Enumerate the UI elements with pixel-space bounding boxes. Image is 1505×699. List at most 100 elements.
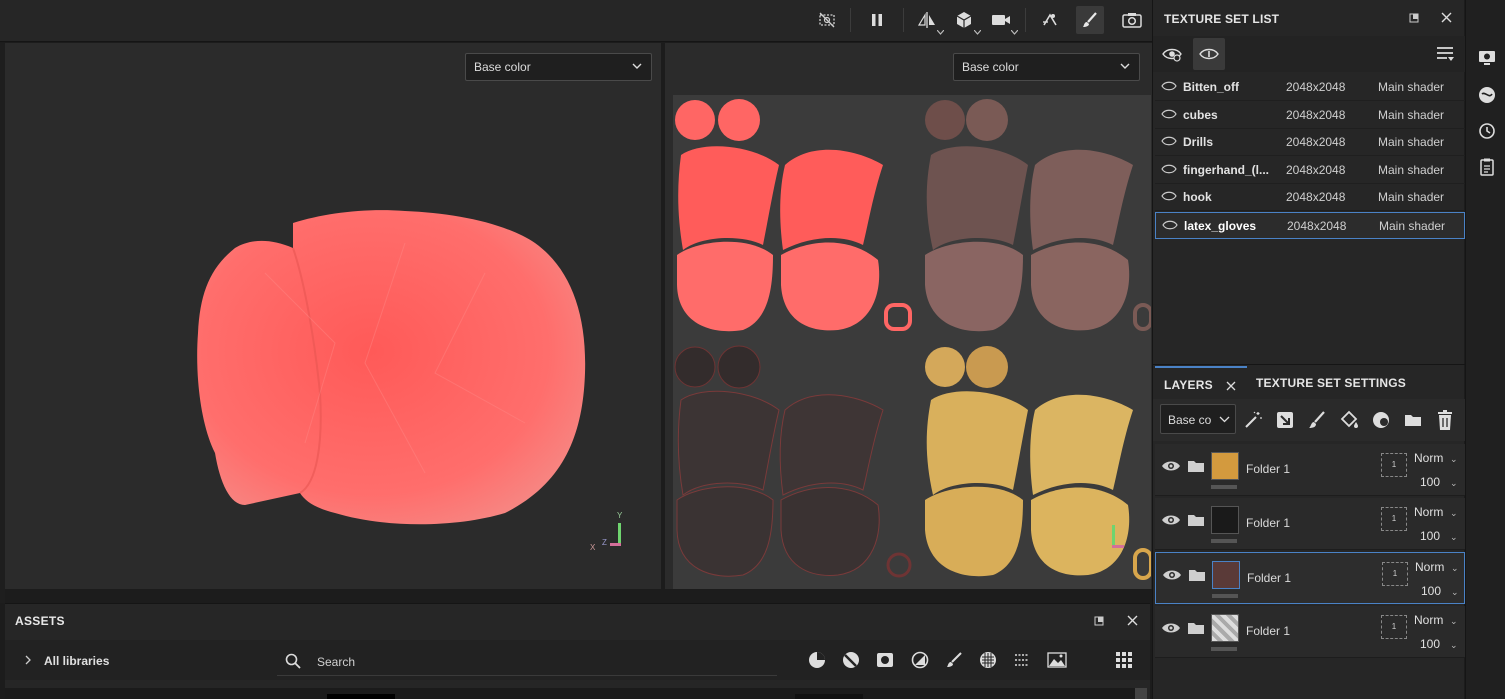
channel-select-2d[interactable]: Base color (953, 53, 1140, 81)
log-icon[interactable] (1476, 156, 1498, 178)
fill-layer-icon[interactable] (1339, 410, 1359, 430)
eye-solo-icon (1199, 48, 1219, 60)
texture-set-row[interactable]: Drills 2048x2048 Main shader (1155, 129, 1465, 156)
chevron-down-icon[interactable] (974, 30, 981, 35)
texture-set-list: Bitten_off 2048x2048 Main shader cubes 2… (1153, 74, 1465, 242)
texture-set-row[interactable]: hook 2048x2048 Main shader (1155, 184, 1465, 211)
grid-view-icon[interactable] (1115, 651, 1133, 669)
float-panel-icon[interactable] (1094, 616, 1104, 626)
blend-mode-select[interactable]: Norm (1414, 613, 1443, 627)
folder-icon[interactable] (1403, 410, 1423, 430)
bake-icon[interactable] (1036, 6, 1064, 34)
filter-filter-icon[interactable] (911, 651, 929, 669)
solo-toggle[interactable] (1193, 38, 1225, 70)
mask-placeholder[interactable]: 1 (1381, 453, 1407, 477)
assets-panel: ASSETS All libraries Search (5, 603, 1150, 699)
layers-toolbar: Base co (1153, 399, 1465, 441)
eye-icon[interactable] (1162, 568, 1182, 582)
uv-texture-sheet (673, 95, 1153, 589)
opacity-field[interactable]: 100 (1421, 584, 1441, 598)
folder-icon (1189, 570, 1205, 581)
eye-icon[interactable] (1161, 108, 1177, 120)
layer-thumbnail (1211, 614, 1239, 642)
viewport-2d[interactable]: Base color (665, 43, 1153, 589)
smart-material-icon[interactable] (1275, 410, 1295, 430)
opacity-field[interactable]: 100 (1420, 637, 1440, 651)
uv-island-gold (925, 346, 1153, 580)
material-filter-icon[interactable] (808, 651, 826, 669)
channel-select-label: Base color (962, 60, 1019, 74)
brush-filter-icon[interactable] (945, 651, 963, 669)
mask-placeholder[interactable]: 1 (1381, 507, 1407, 531)
channel-select-layers[interactable]: Base co (1160, 404, 1236, 434)
eye-icon[interactable] (1162, 219, 1178, 231)
opacity-field[interactable]: 100 (1420, 475, 1440, 489)
layer-thumbnail (1212, 561, 1240, 589)
magic-wand-icon[interactable] (1243, 410, 1263, 430)
right-panel: TEXTURE SET LIST Bitten_off 2048x2048 Ma… (1152, 0, 1465, 699)
library-selector[interactable]: All libraries (44, 654, 109, 668)
uv-island-red (675, 99, 912, 332)
environment-filter-icon[interactable] (1047, 651, 1067, 669)
texture-set-row[interactable]: fingerhand_(l... 2048x2048 Main shader (1155, 157, 1465, 184)
viewport-3d[interactable]: Base color Y X Z (5, 43, 661, 589)
brush-icon[interactable] (1076, 6, 1104, 34)
eye-icon[interactable] (1161, 513, 1181, 527)
blend-mode-select[interactable]: Norm (1414, 505, 1443, 519)
chevron-down-icon (1219, 416, 1230, 423)
eye-icon[interactable] (1161, 163, 1177, 175)
side-dock (1465, 0, 1505, 699)
chevron-down-icon[interactable] (1011, 30, 1018, 35)
blend-mode-select[interactable]: Norm (1414, 451, 1443, 465)
paint-layer-icon[interactable] (1307, 410, 1327, 430)
blend-mode-select[interactable]: Norm (1415, 560, 1444, 574)
eye-icon[interactable] (1161, 621, 1181, 635)
chevron-down-icon[interactable] (937, 30, 944, 35)
close-icon[interactable] (1127, 615, 1138, 626)
display-settings-icon[interactable] (1476, 46, 1498, 68)
texture-set-toolbar (1153, 36, 1465, 72)
opacity-field[interactable]: 100 (1420, 529, 1440, 543)
texture-set-row[interactable]: Bitten_off 2048x2048 Main shader (1155, 74, 1465, 101)
eye-icon[interactable] (1161, 80, 1177, 92)
close-icon[interactable] (1226, 381, 1236, 391)
texture-set-row-selected[interactable]: latex_gloves 2048x2048 Main shader (1155, 212, 1465, 239)
texture-filter-icon[interactable] (979, 651, 997, 669)
visibility-settings-icon[interactable] (1162, 45, 1182, 63)
layer-row[interactable]: Folder 1 1 Norm ⌄ 100 ⌄ (1155, 606, 1465, 658)
folder-icon (1188, 515, 1204, 526)
close-icon[interactable] (1441, 12, 1452, 23)
chevron-right-icon[interactable] (24, 655, 32, 665)
eye-icon[interactable] (1161, 459, 1181, 473)
chevron-down-icon (1120, 63, 1130, 69)
mask-placeholder[interactable]: 1 (1381, 615, 1407, 639)
layer-row[interactable]: Folder 1 1 Norm ⌄ 100 ⌄ (1155, 444, 1465, 496)
particles-filter-icon[interactable] (1013, 651, 1031, 669)
uv-island-brown (925, 99, 1153, 332)
layer-bar (1212, 594, 1238, 598)
float-panel-icon[interactable] (1409, 13, 1419, 23)
texture-set-row[interactable]: cubes 2048x2048 Main shader (1155, 102, 1465, 129)
tab-layers[interactable]: LAYERS (1155, 366, 1247, 398)
tab-texture-set-settings[interactable]: TEXTURE SET SETTINGS (1247, 366, 1417, 398)
layer-row-selected[interactable]: Folder 1 1 Norm ⌄ 100 ⌄ (1155, 552, 1465, 604)
search-input[interactable]: Search (277, 646, 777, 676)
shader-settings-icon[interactable] (1476, 84, 1498, 106)
history-icon[interactable] (1476, 120, 1498, 142)
smart-material-filter-icon[interactable] (842, 651, 860, 669)
smart-mask-filter-icon[interactable] (876, 651, 894, 669)
layer-row[interactable]: Folder 1 1 Norm ⌄ 100 ⌄ (1155, 498, 1465, 550)
eye-icon[interactable] (1161, 190, 1177, 202)
mask-placeholder[interactable]: 1 (1382, 562, 1408, 586)
add-mask-icon[interactable] (1371, 410, 1391, 430)
trash-icon[interactable] (1435, 409, 1455, 431)
list-options-icon[interactable] (1436, 46, 1454, 62)
assets-thumbnail-strip (5, 688, 1135, 699)
assets-scrollbar[interactable] (1135, 688, 1147, 699)
uv-island-dark (674, 345, 912, 578)
screenshot-icon[interactable] (1118, 6, 1146, 34)
eye-icon[interactable] (1161, 135, 1177, 147)
camera-off-icon[interactable] (813, 6, 841, 34)
layer-thumbnail (1211, 506, 1239, 534)
pause-icon[interactable] (863, 6, 891, 34)
